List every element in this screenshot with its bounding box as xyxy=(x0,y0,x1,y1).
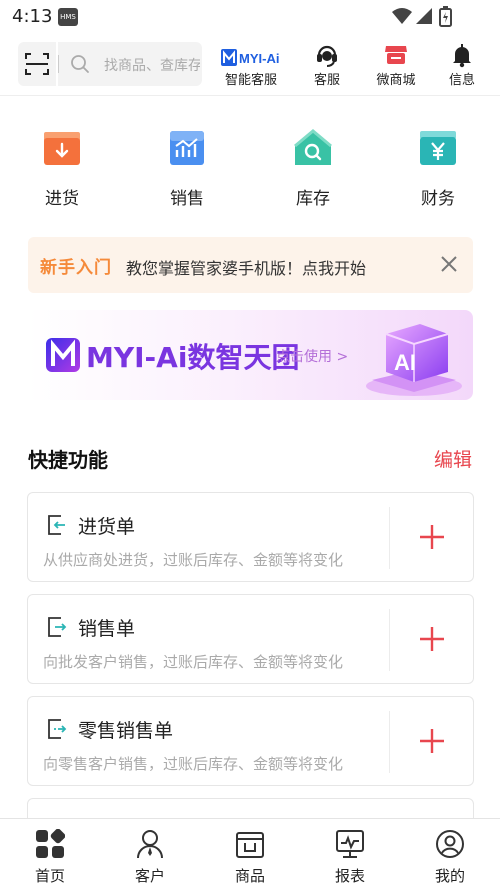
customer-service-button[interactable]: 客服 xyxy=(302,42,352,92)
scan-button[interactable] xyxy=(18,42,56,86)
search-placeholder: 找商品、查库存 xyxy=(104,58,200,74)
status-bar: 4:13 HMS xyxy=(0,0,500,34)
wifi-icon xyxy=(392,8,412,24)
svg-text:AI: AI xyxy=(394,350,416,375)
close-icon[interactable] xyxy=(439,254,459,274)
shortcuts-edit-button[interactable]: 编辑 xyxy=(434,445,472,472)
tab-profile[interactable]: 我的 xyxy=(400,819,500,889)
ai-m-logo-icon xyxy=(46,338,80,372)
home-grid-icon xyxy=(36,829,65,858)
search-input[interactable]: 找商品、查库存 xyxy=(58,42,202,86)
card-divider xyxy=(389,507,390,569)
add-icon[interactable] xyxy=(418,523,446,551)
card-divider xyxy=(389,609,390,671)
messages-label: 信息 xyxy=(448,73,475,88)
purchase-order-icon xyxy=(48,515,65,535)
hms-badge: HMS xyxy=(58,8,78,26)
finance-yen-icon xyxy=(420,131,456,165)
shortcut-title: 销售单 xyxy=(78,618,136,640)
shortcut-card-purchase-order[interactable]: 进货单 从供应商处进货，过账后库存、金额等将变化 xyxy=(27,492,474,582)
myi-ai-logo: MYI-Ai xyxy=(221,49,279,66)
bell-icon xyxy=(453,44,471,68)
svg-text:MYI-Ai: MYI-Ai xyxy=(239,51,279,66)
ai-banner-cta[interactable]: 点击使用 > xyxy=(276,346,348,366)
shortcut-card-sales-order[interactable]: 销售单 向批发客户销售，过账后库存、金额等将变化 xyxy=(27,594,474,684)
newbie-text: 教您掌握管家婆手机版！点我开始 xyxy=(126,259,367,278)
shortcut-desc: 向批发客户销售，过账后库存、金额等将变化 xyxy=(43,653,344,671)
tab-goods[interactable]: 商品 xyxy=(200,819,300,889)
micro-mall-button[interactable]: 微商城 xyxy=(368,42,424,92)
scan-icon xyxy=(25,53,49,75)
messages-button[interactable]: 信息 xyxy=(440,42,484,92)
purchase-icon xyxy=(44,132,80,165)
nav-purchase-label: 进货 xyxy=(45,189,79,209)
tab-report[interactable]: 报表 xyxy=(300,819,400,889)
search-divider xyxy=(58,55,59,73)
sales-order-icon xyxy=(48,617,67,637)
inventory-house-icon xyxy=(294,129,332,165)
shortcut-card-retail-sales-order[interactable]: 零售销售单 向零售客户销售，过账后库存、金额等将变化 xyxy=(27,696,474,786)
newbie-guide-banner[interactable]: 新手入门 教您掌握管家婆手机版！点我开始 xyxy=(28,237,473,293)
tab-profile-label: 我的 xyxy=(434,867,465,885)
status-time: 4:13 xyxy=(12,6,53,27)
headset-icon xyxy=(317,45,337,67)
tab-home[interactable]: 首页 xyxy=(0,819,100,889)
status-icons xyxy=(392,6,452,27)
report-icon xyxy=(336,830,364,858)
tab-home-label: 首页 xyxy=(34,867,65,885)
shortcut-title: 进货单 xyxy=(78,516,136,538)
tab-report-label: 报表 xyxy=(334,867,365,885)
nav-sales-label: 销售 xyxy=(170,189,204,209)
battery-icon xyxy=(439,6,452,27)
add-icon[interactable] xyxy=(418,727,446,755)
micro-mall-label: 微商城 xyxy=(376,73,416,88)
shortcuts-title: 快捷功能 xyxy=(28,448,108,472)
smart-service-label: 智能客服 xyxy=(224,73,277,88)
nav-purchase[interactable]: 进货 xyxy=(22,128,102,212)
search-icon xyxy=(71,55,89,73)
tab-goods-label: 商品 xyxy=(234,867,265,885)
shortcut-title: 零售销售单 xyxy=(78,720,174,742)
tab-customer-label: 客户 xyxy=(134,867,165,885)
customer-icon xyxy=(137,830,163,859)
nav-finance-label: 财务 xyxy=(421,189,455,209)
goods-icon xyxy=(236,832,264,858)
nav-finance[interactable]: 财务 xyxy=(398,128,478,212)
sales-chart-icon xyxy=(170,131,204,165)
nav-inventory-label: 库存 xyxy=(296,189,330,209)
shop-icon xyxy=(385,46,407,64)
top-header: 找商品、查库存 MYI-Ai 智能客服 客服 微商城 信息 xyxy=(0,34,500,96)
bottom-tab-bar: 首页 客户 商品 报表 我的 xyxy=(0,818,500,889)
nav-sales[interactable]: 销售 xyxy=(147,128,227,212)
shortcut-desc: 向零售客户销售，过账后库存、金额等将变化 xyxy=(43,755,344,773)
ai-banner-title: MYI-Ai数智天团 xyxy=(86,341,300,374)
shortcut-desc: 从供应商处进货，过账后库存、金额等将变化 xyxy=(43,551,344,569)
tab-customer[interactable]: 客户 xyxy=(100,819,200,889)
customer-service-label: 客服 xyxy=(313,73,340,88)
ai-team-banner[interactable]: MYI-Ai数智天团 点击使用 > AI xyxy=(28,310,473,400)
profile-icon xyxy=(436,830,464,858)
add-icon[interactable] xyxy=(418,625,446,653)
newbie-tag: 新手入门 xyxy=(40,258,112,278)
signal-icon xyxy=(416,8,432,24)
nav-inventory[interactable]: 库存 xyxy=(273,128,353,212)
smart-service-button[interactable]: MYI-Ai 智能客服 xyxy=(218,42,284,92)
card-divider xyxy=(389,711,390,773)
retail-order-icon xyxy=(48,719,67,739)
ai-cube-graphic-icon: AI xyxy=(366,324,462,396)
